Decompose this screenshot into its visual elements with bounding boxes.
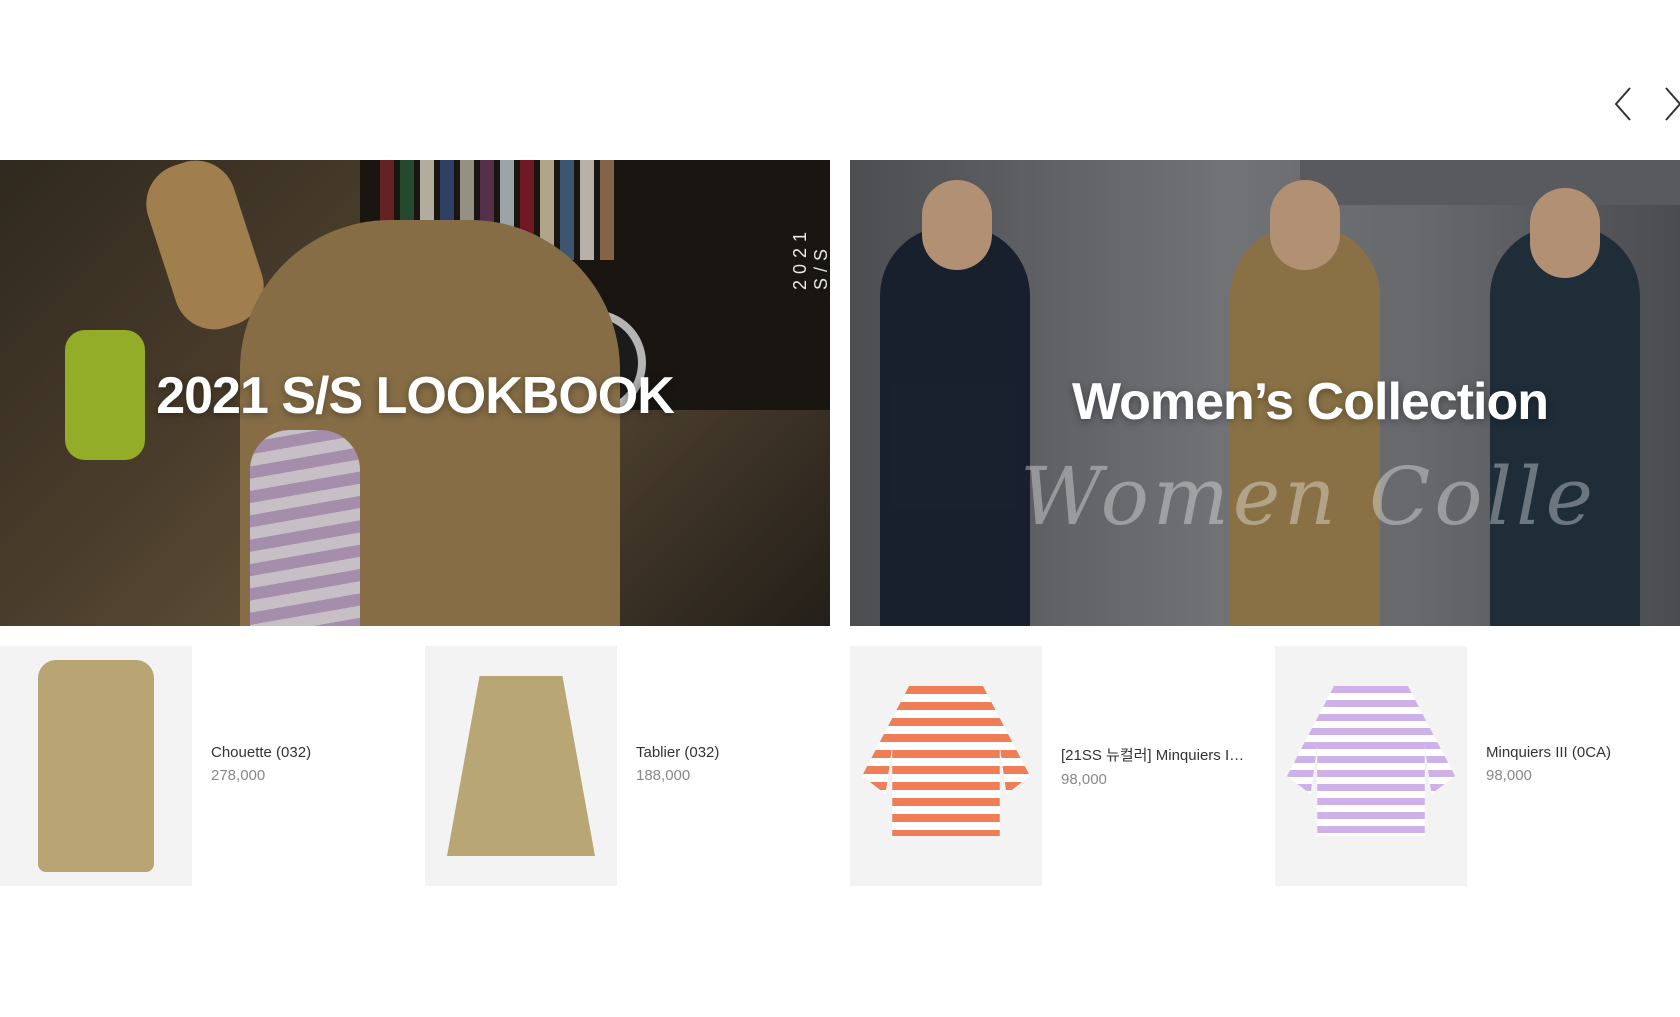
product-image[interactable] (425, 646, 617, 886)
womens-collection-banner[interactable]: Women Colle Women’s Collection (850, 160, 1680, 626)
product-price: 98,000 (1486, 767, 1532, 784)
product-name[interactable]: Chouette (032) (211, 744, 411, 761)
product-name[interactable]: [21SS 뉴컬러] Minquiers III... (1061, 744, 1246, 765)
product-item[interactable]: Minquiers III (0CA) 98,000 (1275, 646, 1680, 886)
banner-vertical-tag: 2021 S/S (790, 225, 830, 290)
product-item[interactable]: Tablier (032) 188,000 (425, 646, 850, 886)
product-price: 188,000 (636, 767, 691, 784)
product-image[interactable] (0, 646, 192, 886)
banner-script-text: Women Colle (1020, 450, 1598, 543)
product-name[interactable]: Tablier (032) (636, 744, 836, 761)
product-price: 278,000 (211, 767, 266, 784)
carousel-next-button[interactable] (1658, 84, 1680, 124)
product-image[interactable] (1275, 646, 1467, 886)
chevron-left-icon (1614, 87, 1631, 121)
banner-title: Women’s Collection (1071, 373, 1549, 431)
chevron-right-icon (1665, 87, 1680, 121)
product-name[interactable]: Minquiers III (0CA) (1486, 744, 1680, 761)
product-list: Chouette (032) 278,000 Tablier (032) 188… (0, 646, 1680, 886)
product-image[interactable] (850, 646, 1042, 886)
lookbook-banner[interactable]: 2021 S/S 2021 S/S LOOKBOOK (0, 160, 830, 626)
product-price: 98,000 (1061, 771, 1107, 788)
banner-title: 2021 S/S LOOKBOOK (156, 367, 675, 425)
carousel-prev-button[interactable] (1608, 84, 1638, 124)
product-item[interactable]: [21SS 뉴컬러] Minquiers III... 98,000 (850, 646, 1275, 886)
carousel-nav (1600, 84, 1680, 124)
product-item[interactable]: Chouette (032) 278,000 (0, 646, 425, 886)
